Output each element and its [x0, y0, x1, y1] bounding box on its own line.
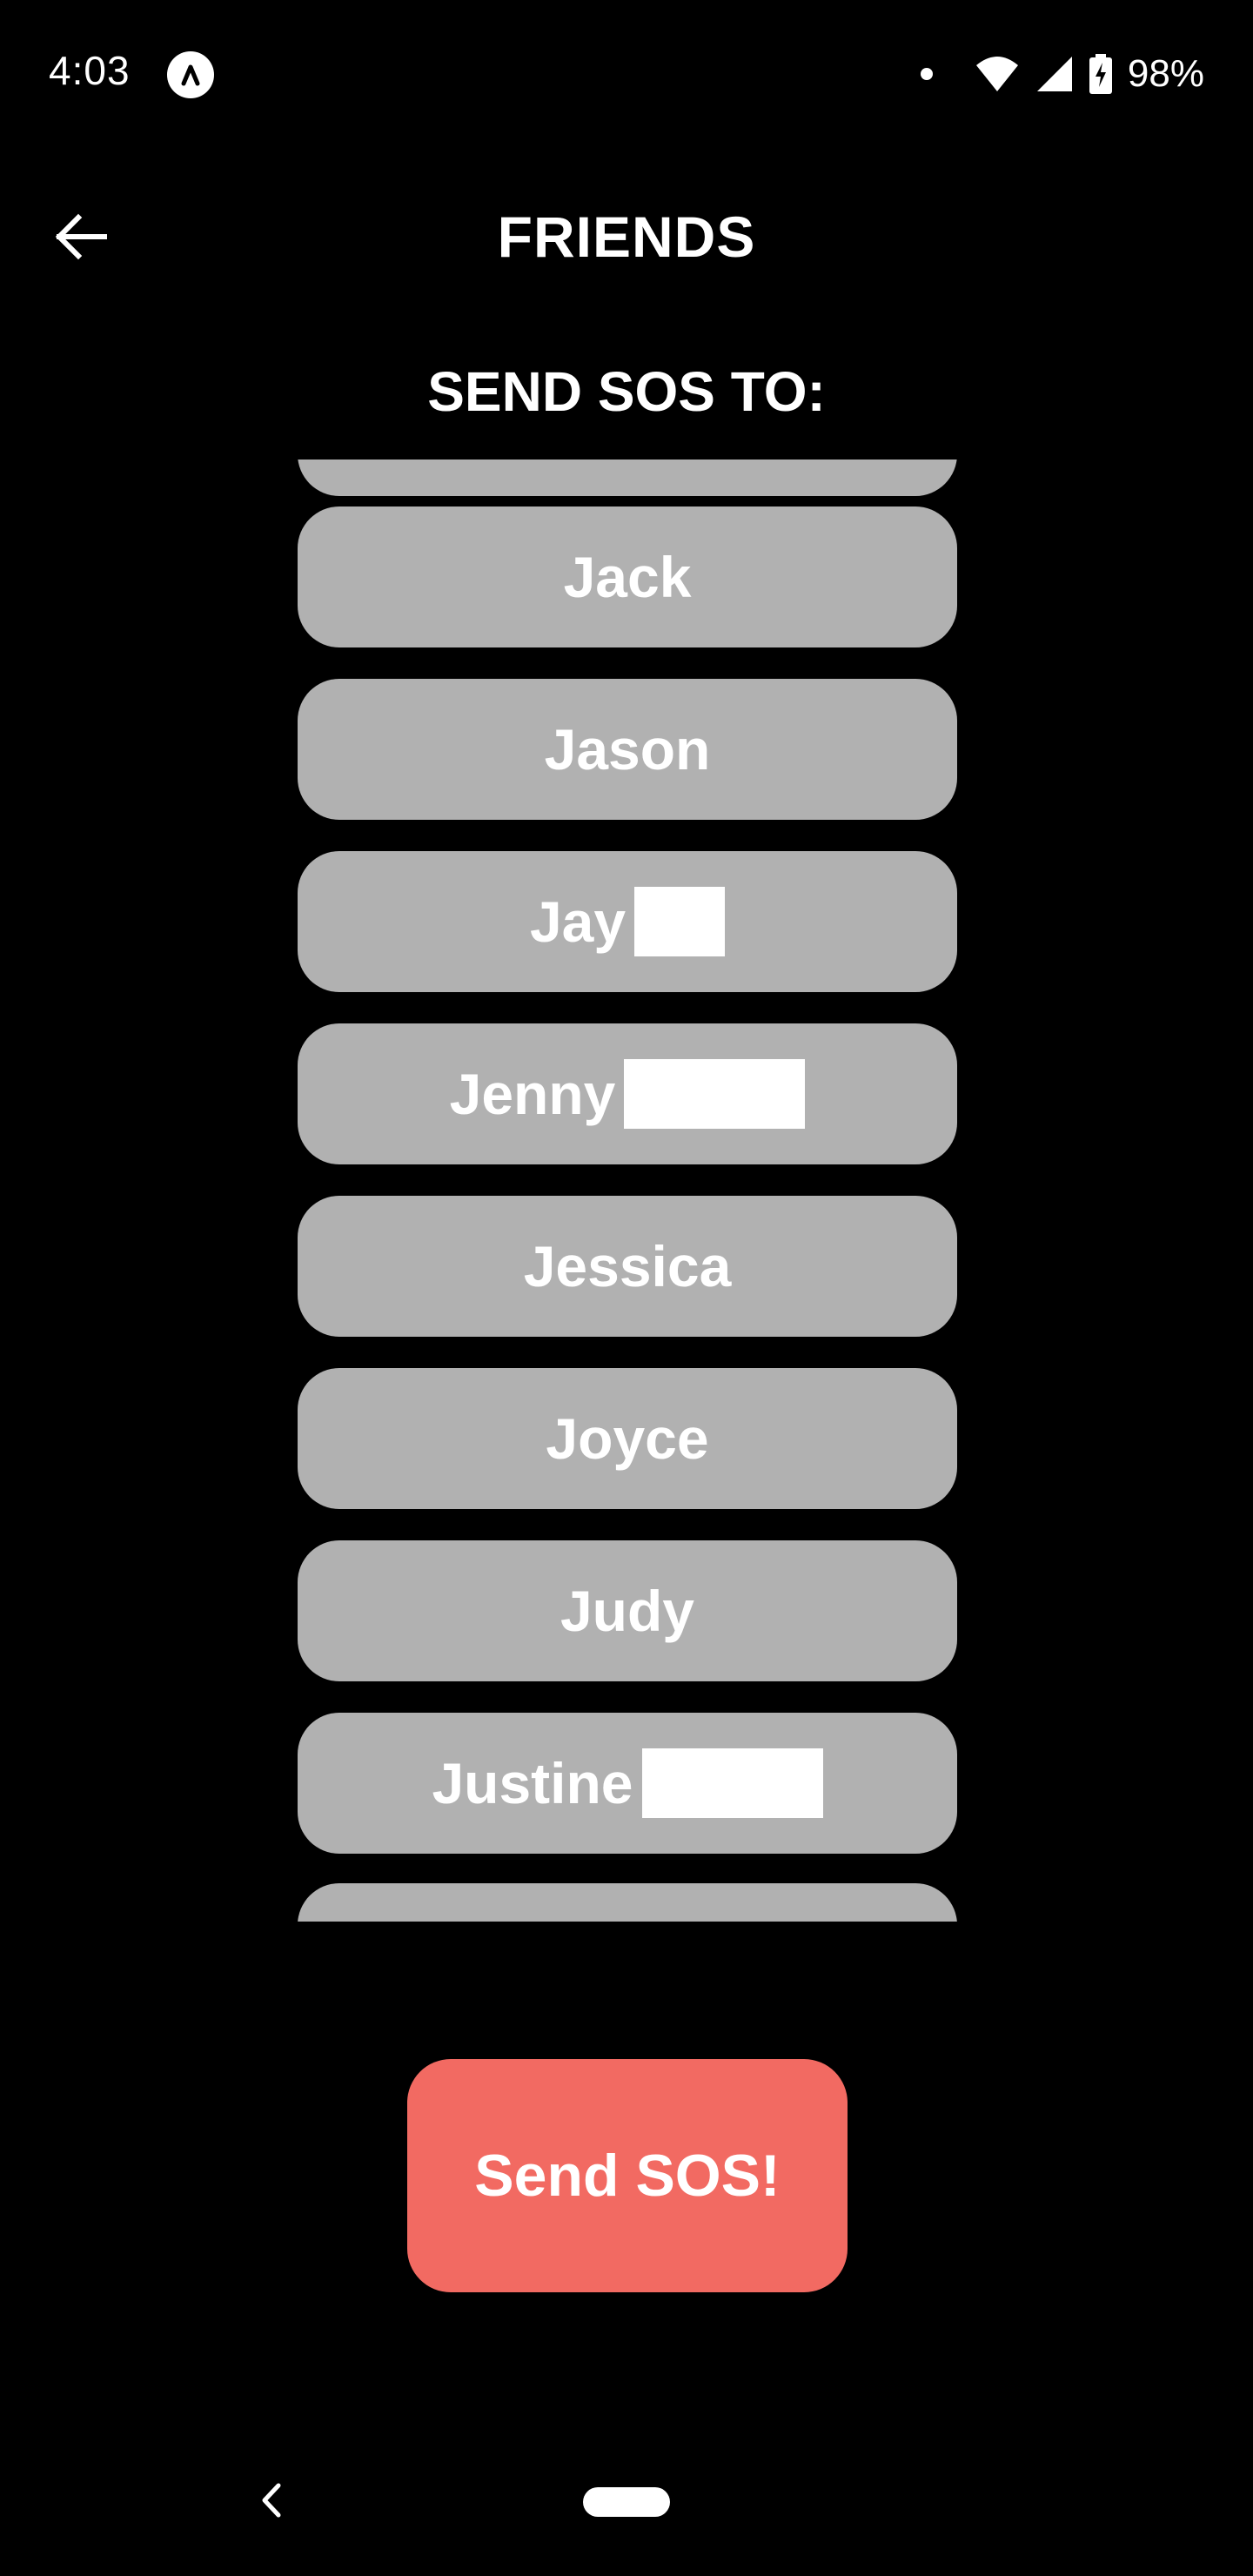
redaction-block — [624, 1059, 806, 1129]
friend-name: Justine — [432, 1751, 633, 1815]
friend-name: Jenny — [449, 1062, 616, 1126]
friend-item-jason[interactable]: Jason — [298, 679, 957, 820]
page-title: FRIENDS — [497, 205, 756, 269]
friend-name: Joyce — [546, 1406, 709, 1471]
friend-name: Jack — [563, 545, 692, 609]
friend-item-jay[interactable]: Jay — [298, 851, 957, 992]
friend-item-joyce[interactable]: Joyce — [298, 1368, 957, 1509]
battery-percent: 98% — [1127, 52, 1204, 95]
notification-dot-icon — [920, 68, 933, 80]
wifi-icon — [975, 57, 1018, 91]
status-time: 4:03 — [49, 48, 131, 93]
app-badge-icon — [167, 51, 214, 98]
friend-name: Jay — [529, 889, 626, 954]
status-bar: 4:03 98% — [0, 0, 1253, 148]
friend-item-partial[interactable] — [298, 1883, 957, 1922]
friend-name: Jessica — [523, 1234, 732, 1298]
friend-name: Jason — [544, 717, 711, 782]
friend-item-jack[interactable]: Jack — [298, 506, 957, 647]
friend-name: Judy — [559, 1579, 695, 1643]
send-sos-button[interactable]: Send SOS! — [407, 2059, 848, 2292]
battery-charging-icon — [1089, 54, 1112, 94]
cell-signal-icon — [1036, 57, 1072, 91]
nav-back-icon[interactable] — [252, 2480, 292, 2520]
friend-item-jenny[interactable]: Jenny — [298, 1023, 957, 1164]
section-heading: SEND SOS TO: — [427, 360, 826, 423]
redaction-block — [641, 1748, 823, 1818]
friend-item-partial[interactable] — [298, 460, 957, 496]
nav-home-pill[interactable] — [583, 2487, 670, 2517]
friend-item-jessica[interactable]: Jessica — [298, 1196, 957, 1337]
redaction-block — [634, 887, 726, 956]
friends-list[interactable]: Jack Jason Jay Jenny Jessica Joyce Judy … — [296, 460, 959, 1922]
friend-item-judy[interactable]: Judy — [298, 1540, 957, 1681]
status-icons: 98% — [920, 44, 1204, 104]
friend-item-justine[interactable]: Justine — [298, 1713, 957, 1854]
